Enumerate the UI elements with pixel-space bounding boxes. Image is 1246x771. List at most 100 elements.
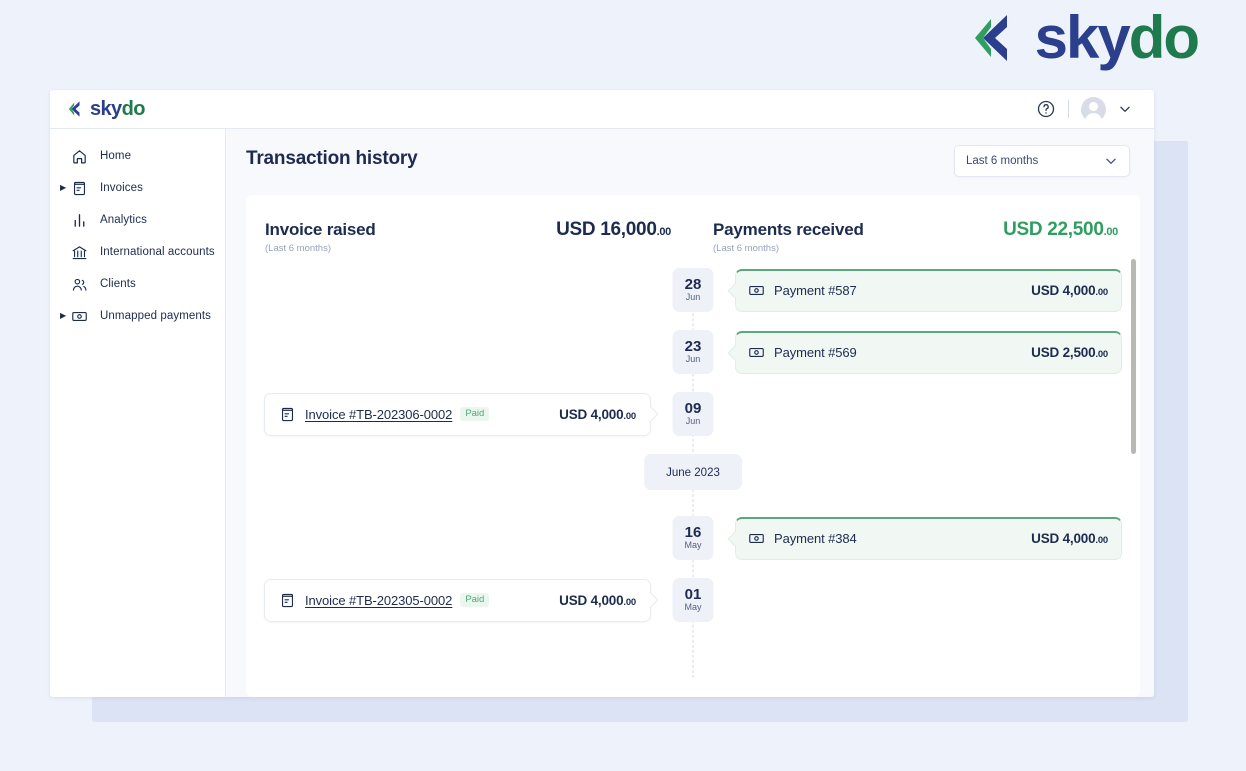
payment-card[interactable]: Payment #384 USD 4,000.00 bbox=[735, 516, 1122, 560]
sidebar: Home ▶ Invoices Analytics International … bbox=[50, 129, 226, 697]
brand-name-part2: do bbox=[1128, 4, 1200, 71]
timeline-row: 16 May Payment #384 USD 4,000.00 bbox=[246, 516, 1140, 560]
invoice-card[interactable]: Invoice #TB-202306-0002 Paid USD 4,000.00 bbox=[264, 392, 651, 436]
payments-received-amount-cents: .00 bbox=[1103, 226, 1119, 238]
expand-arrow-icon[interactable]: ▶ bbox=[60, 184, 66, 192]
content-scrollbar[interactable] bbox=[1131, 251, 1136, 691]
payment-amount: USD 4,000.00 bbox=[1031, 531, 1108, 546]
status-badge: Paid bbox=[460, 407, 490, 421]
date-badge-month: Jun bbox=[685, 354, 701, 365]
banknote-icon bbox=[748, 282, 765, 299]
invoice-amount-cents: .00 bbox=[623, 410, 636, 422]
document-icon bbox=[279, 592, 296, 609]
timeline-row: 09 Jun Invoice #TB-202306-0002 Paid USD 4,00… bbox=[246, 392, 1140, 436]
banknote-icon bbox=[68, 308, 90, 325]
people-icon bbox=[68, 276, 90, 293]
home-icon bbox=[68, 148, 90, 165]
timeline-row: 28 Jun Payment #587 USD 4,000.00 bbox=[246, 268, 1140, 312]
payments-received-amount: USD 22,500.00 bbox=[1003, 219, 1118, 241]
avatar[interactable] bbox=[1081, 96, 1106, 122]
sidebar-item-analytics[interactable]: Analytics bbox=[50, 204, 225, 236]
period-filter-dropdown[interactable]: Last 6 months bbox=[954, 145, 1130, 177]
timeline-row: 23 Jun Payment #569 USD 2,500.00 bbox=[246, 330, 1140, 374]
scrollbar-thumb[interactable] bbox=[1131, 259, 1136, 454]
page-title: Transaction history bbox=[246, 148, 418, 169]
date-badge-month: May bbox=[684, 602, 702, 613]
bar-chart-icon bbox=[68, 212, 90, 229]
invoice-amount-value: USD 4,000 bbox=[559, 592, 624, 608]
invoice-raised-subtitle: (Last 6 months) bbox=[265, 243, 331, 254]
period-filter-value: Last 6 months bbox=[966, 155, 1039, 167]
date-badge: 23 Jun bbox=[672, 330, 714, 374]
date-badge: 16 May bbox=[672, 516, 714, 560]
timeline-row: 01 May Invoice #TB-202305-0002 Paid USD 4,00… bbox=[246, 578, 1140, 622]
banknote-icon bbox=[748, 344, 765, 361]
invoice-link[interactable]: Invoice #TB-202305-0002 bbox=[305, 593, 452, 608]
date-badge-month: Jun bbox=[685, 416, 701, 427]
invoice-amount-value: USD 4,000 bbox=[559, 406, 624, 422]
app-body: Home ▶ Invoices Analytics International … bbox=[50, 129, 1154, 697]
app-window: skydo Home ▶ Invoices Analytics Internat… bbox=[50, 90, 1154, 697]
transaction-timeline: 28 Jun Payment #587 USD 4,000.00 23 Jun Paymen… bbox=[246, 268, 1140, 678]
payment-amount-cents: .00 bbox=[1095, 349, 1108, 360]
sidebar-item-unmapped-payments[interactable]: ▶ Unmapped payments bbox=[50, 300, 225, 332]
invoice-raised-amount-cents: .00 bbox=[656, 226, 672, 238]
invoice-card[interactable]: Invoice #TB-202305-0002 Paid USD 4,000.00 bbox=[264, 578, 651, 622]
topbar-divider bbox=[1068, 100, 1069, 118]
app-brand-part2: do bbox=[121, 98, 146, 120]
expand-arrow-icon[interactable]: ▶ bbox=[60, 312, 66, 320]
date-badge: 28 Jun bbox=[672, 268, 714, 312]
sidebar-item-label: Home bbox=[100, 150, 132, 162]
app-logo[interactable]: skydo bbox=[68, 99, 145, 119]
banknote-icon bbox=[748, 530, 765, 547]
date-badge: 09 Jun bbox=[672, 392, 714, 436]
date-badge-month: May bbox=[684, 540, 702, 551]
sidebar-item-label: International accounts bbox=[100, 246, 215, 258]
payments-received-amount-value: USD 22,500 bbox=[1003, 219, 1104, 240]
month-divider: June 2023 bbox=[644, 454, 742, 490]
invoice-raised-amount: USD 16,000.00 bbox=[556, 219, 671, 241]
payment-card[interactable]: Payment #569 USD 2,500.00 bbox=[735, 330, 1122, 374]
document-icon bbox=[279, 406, 296, 423]
invoice-link[interactable]: Invoice #TB-202306-0002 bbox=[305, 407, 452, 422]
invoice-amount: USD 4,000.00 bbox=[559, 407, 636, 422]
sidebar-item-label: Unmapped payments bbox=[100, 310, 212, 322]
topbar-actions bbox=[1036, 96, 1132, 122]
sidebar-item-label: Invoices bbox=[100, 182, 143, 194]
skydo-logo-mark-small bbox=[68, 101, 80, 117]
payments-received-summary: Payments received USD 22,500.00 (Last 6 … bbox=[693, 219, 1140, 254]
app-wordmark: skydo bbox=[90, 99, 145, 119]
date-badge-day: 23 bbox=[684, 337, 702, 355]
brand-name-part1: sky bbox=[1034, 4, 1131, 71]
invoice-raised-summary: Invoice raised USD 16,000.00 (Last 6 mon… bbox=[246, 219, 693, 254]
date-badge-day: 09 bbox=[684, 399, 702, 417]
skydo-logo-mark bbox=[974, 15, 1007, 61]
main-content: Transaction history Last 6 months Invoic… bbox=[226, 129, 1154, 697]
main-header: Transaction history Last 6 months bbox=[226, 129, 1154, 187]
document-icon bbox=[68, 180, 90, 197]
sidebar-item-invoices[interactable]: ▶ Invoices bbox=[50, 172, 225, 204]
date-badge-day: 01 bbox=[684, 585, 702, 603]
skydo-brand-logo: skydo bbox=[973, 8, 1200, 68]
sidebar-item-clients[interactable]: Clients bbox=[50, 268, 225, 300]
invoice-raised-title: Invoice raised bbox=[265, 220, 376, 239]
payment-amount-cents: .00 bbox=[1095, 287, 1108, 298]
payment-label: Payment #384 bbox=[774, 531, 857, 546]
date-badge-month: Jun bbox=[685, 292, 701, 303]
invoice-amount-cents: .00 bbox=[623, 596, 636, 608]
month-divider-label: June 2023 bbox=[666, 467, 720, 479]
date-badge: 01 May bbox=[672, 578, 714, 622]
app-topbar: skydo bbox=[50, 90, 1154, 129]
payment-card[interactable]: Payment #587 USD 4,000.00 bbox=[735, 268, 1122, 312]
transaction-history-card: Invoice raised USD 16,000.00 (Last 6 mon… bbox=[246, 195, 1140, 697]
payment-amount: USD 4,000.00 bbox=[1031, 283, 1108, 298]
chevron-down-icon bbox=[1106, 158, 1116, 164]
status-badge: Paid bbox=[460, 593, 490, 607]
payments-received-title: Payments received bbox=[713, 220, 864, 239]
chevron-down-icon[interactable] bbox=[1118, 102, 1132, 116]
question-circle-icon[interactable] bbox=[1036, 99, 1056, 119]
skydo-wordmark: skydo bbox=[1035, 8, 1200, 68]
sidebar-item-home[interactable]: Home bbox=[50, 140, 225, 172]
sidebar-item-international-accounts[interactable]: International accounts bbox=[50, 236, 225, 268]
payment-label: Payment #569 bbox=[774, 345, 857, 360]
